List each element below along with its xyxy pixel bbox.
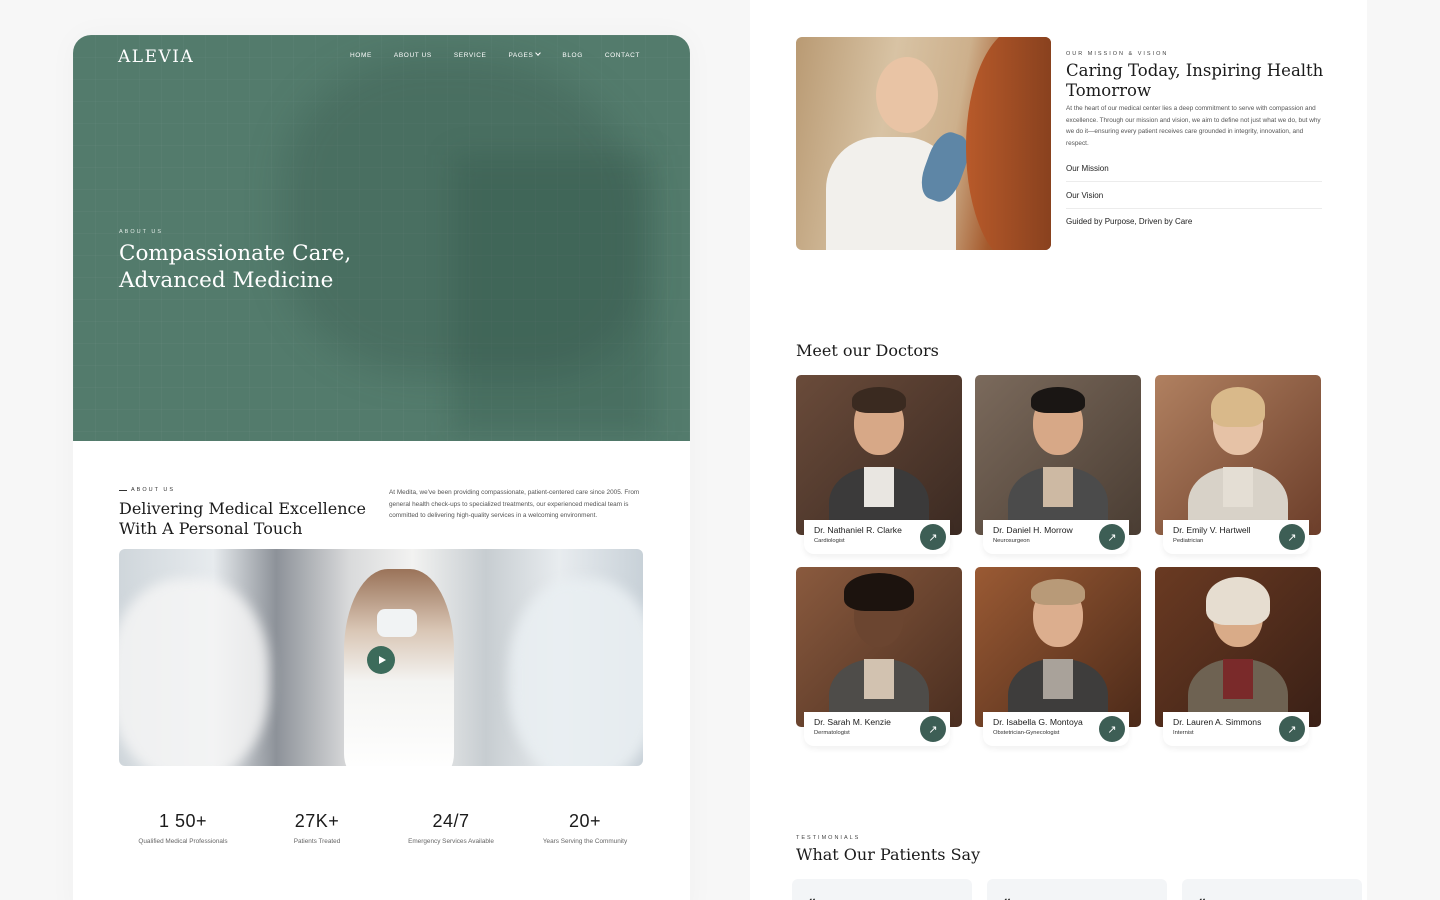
- photo-hair: [1031, 579, 1085, 605]
- doctor-photo: [1155, 567, 1321, 727]
- about-section: ABOUT US Delivering Medical Excellence W…: [119, 487, 369, 539]
- doctor-photo: [1155, 375, 1321, 535]
- nav-home[interactable]: HOME: [350, 52, 372, 59]
- testimonials-title: What Our Patients Say: [796, 845, 981, 864]
- stat-value: 24/7: [432, 811, 470, 831]
- doctor-info: Dr. Nathaniel R. Clarke Cardiologist ↗: [804, 520, 950, 554]
- testimonial-card: ❝: [987, 879, 1167, 900]
- nav-pages[interactable]: PAGES: [508, 50, 542, 59]
- hero-title: Compassionate Care, Advanced Medicine: [119, 241, 352, 293]
- doctors-title: Meet our Doctors: [796, 341, 939, 360]
- photo-shirt: [864, 659, 894, 699]
- nav-contact[interactable]: CONTACT: [605, 52, 640, 59]
- dash-icon: [119, 489, 127, 491]
- stat-label: Qualified Medical Professionals: [138, 838, 228, 845]
- arrow-up-right-icon[interactable]: ↗: [1279, 716, 1305, 742]
- site-logo[interactable]: ALEVIA: [118, 47, 194, 67]
- play-icon: [378, 656, 386, 664]
- photo-hair: [844, 573, 914, 611]
- testimonial-card: ❝: [1182, 879, 1362, 900]
- doctor-info: Dr. Lauren A. Simmons Internist ↗: [1163, 712, 1309, 746]
- video-figure-left: [119, 579, 269, 766]
- stat-label: Emergency Services Available: [408, 838, 494, 845]
- doctor-card[interactable]: Dr. Lauren A. Simmons Internist ↗: [1155, 567, 1321, 747]
- accordion-purpose[interactable]: Guided by Purpose, Driven by Care: [1066, 217, 1322, 226]
- stat-label: Years Serving the Community: [542, 838, 628, 845]
- stat-value: 1 50+: [158, 811, 208, 831]
- accordion-our-mission[interactable]: Our Mission: [1066, 164, 1322, 182]
- doctor-photo: [975, 375, 1141, 535]
- doctor-photo: [975, 567, 1141, 727]
- doctor-card[interactable]: Dr. Emily V. Hartwell Pediatrician ↗: [1155, 375, 1321, 555]
- doctor-info: Dr. Isabella G. Montoya Obstetrician-Gyn…: [983, 712, 1129, 746]
- mission-eyebrow: OUR MISSION & VISION: [1066, 51, 1169, 57]
- photo-shirt: [864, 467, 894, 507]
- play-button[interactable]: [367, 646, 395, 674]
- doctor-info: Dr. Sarah M. Kenzie Dermatologist ↗: [804, 712, 950, 746]
- main-nav: HOME ABOUT US SERVICE PAGES BLOG CONTACT: [350, 50, 640, 59]
- nav-pages-label: PAGES: [508, 52, 534, 59]
- nav-about-us[interactable]: ABOUT US: [394, 52, 432, 59]
- stat-item: 20+ Years Serving the Community: [521, 811, 649, 845]
- quote-icon: ❝: [1198, 896, 1206, 900]
- testimonial-card: ❝: [792, 879, 972, 900]
- stat-value: 20+: [568, 811, 602, 831]
- quote-icon: ❝: [808, 896, 816, 900]
- hero-eyebrow: ABOUT US: [119, 229, 164, 235]
- arrow-up-right-icon[interactable]: ↗: [1099, 716, 1125, 742]
- photo-headscarf: [1206, 577, 1270, 625]
- mission-title: Caring Today, Inspiring Health Tomorrow: [1066, 61, 1324, 100]
- about-video[interactable]: [119, 549, 643, 766]
- stat-label: Patients Treated: [293, 838, 341, 845]
- photo-shirt: [1043, 467, 1073, 507]
- accordion-our-vision[interactable]: Our Vision: [1066, 191, 1322, 209]
- hero-background-photo-shadow: [453, 155, 653, 435]
- nav-service[interactable]: SERVICE: [454, 52, 487, 59]
- doctor-info: Dr. Daniel H. Morrow Neurosurgeon ↗: [983, 520, 1129, 554]
- doctor-info: Dr. Emily V. Hartwell Pediatrician ↗: [1163, 520, 1309, 554]
- arrow-up-right-icon[interactable]: ↗: [1099, 524, 1125, 550]
- arrow-up-right-icon[interactable]: ↗: [920, 524, 946, 550]
- chevron-down-icon: [535, 50, 542, 56]
- doctor-photo: [796, 567, 962, 727]
- doctor-card[interactable]: Dr. Sarah M. Kenzie Dermatologist ↗: [796, 567, 962, 747]
- video-face-mask: [377, 609, 417, 637]
- left-page-preview: ALEVIA HOME ABOUT US SERVICE PAGES BLOG …: [73, 35, 690, 900]
- video-figure-right: [509, 579, 643, 766]
- mission-description: At the heart of our medical center lies …: [1066, 105, 1321, 147]
- photo-hair: [852, 387, 906, 413]
- photo-shirt: [1223, 659, 1253, 699]
- hero-banner: ALEVIA HOME ABOUT US SERVICE PAGES BLOG …: [73, 35, 690, 441]
- quote-icon: ❝: [1003, 896, 1011, 900]
- doctor-card[interactable]: Dr. Nathaniel R. Clarke Cardiologist ↗: [796, 375, 962, 555]
- photo-patient-hair: [966, 37, 1051, 250]
- photo-doctor-face: [876, 57, 938, 133]
- right-page-preview: OUR MISSION & VISION Caring Today, Inspi…: [750, 0, 1367, 900]
- about-description: At Medita, we've been providing compassi…: [389, 489, 640, 520]
- stats-row: 1 50+ Qualified Medical Professionals 27…: [119, 811, 649, 845]
- photo-hair: [1211, 387, 1265, 427]
- doctor-card[interactable]: Dr. Isabella G. Montoya Obstetrician-Gyn…: [975, 567, 1141, 747]
- photo-shirt: [1223, 467, 1253, 507]
- testimonials-eyebrow: TESTIMONIALS: [796, 835, 861, 841]
- arrow-up-right-icon[interactable]: ↗: [920, 716, 946, 742]
- photo-hair: [1031, 387, 1085, 413]
- mission-photo: [796, 37, 1051, 250]
- stat-value: 27K+: [294, 811, 340, 831]
- video-figure-doctor: [344, 569, 454, 766]
- about-eyebrow: ABOUT US: [119, 487, 369, 493]
- stat-item: 24/7 Emergency Services Available: [387, 811, 515, 845]
- stat-item: 27K+ Patients Treated: [253, 811, 381, 845]
- stat-item: 1 50+ Qualified Medical Professionals: [119, 811, 247, 845]
- doctor-photo: [796, 375, 962, 535]
- about-title: Delivering Medical Excellence With A Per…: [119, 499, 366, 538]
- arrow-up-right-icon[interactable]: ↗: [1279, 524, 1305, 550]
- doctor-card[interactable]: Dr. Daniel H. Morrow Neurosurgeon ↗: [975, 375, 1141, 555]
- nav-blog[interactable]: BLOG: [562, 52, 582, 59]
- photo-shirt: [1043, 659, 1073, 699]
- about-eyebrow-label: ABOUT US: [131, 487, 176, 493]
